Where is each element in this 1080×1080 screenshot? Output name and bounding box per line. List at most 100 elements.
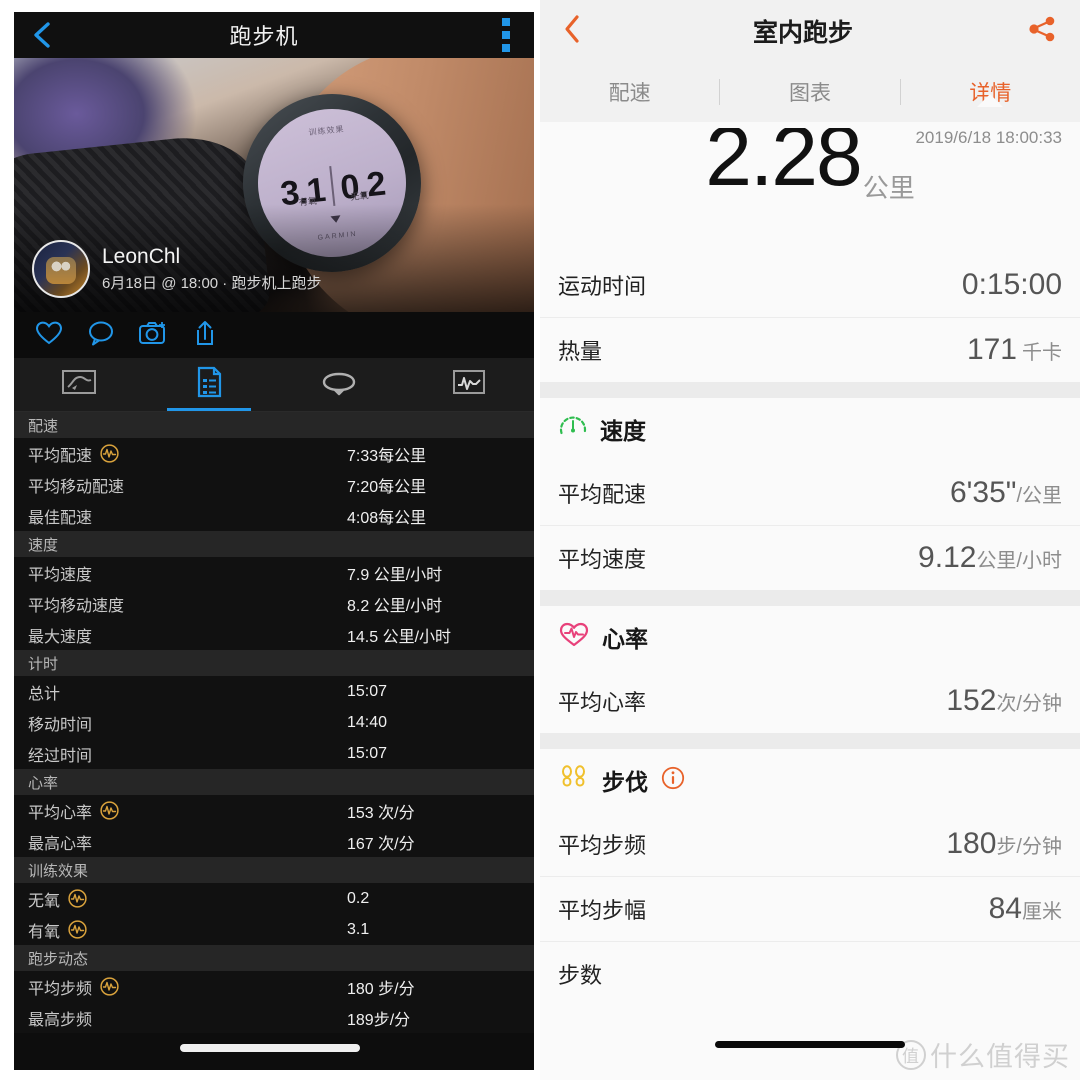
graph-icon bbox=[452, 368, 486, 401]
camera-button[interactable] bbox=[138, 320, 168, 350]
stat-row-value: 9.12公里/小时 bbox=[918, 541, 1062, 574]
stat-row[interactable]: 平均速度 9.12公里/小时 bbox=[540, 525, 1080, 590]
post-action-bar bbox=[14, 312, 534, 358]
stat-row[interactable]: 运动时间 0:15:00 bbox=[540, 252, 1080, 317]
stats-row-value: 15:07 bbox=[347, 682, 388, 700]
hero-distance-unit: 公里 bbox=[862, 173, 915, 203]
stats-row-label-text: 最高步频 bbox=[28, 1011, 93, 1029]
stats-row-value: 14.5 公里/小时 bbox=[347, 628, 452, 646]
post-subtitle: 6月18日 @ 18:00 · 跑步机上跑步 bbox=[102, 275, 322, 292]
scrollbar-thumb[interactable] bbox=[180, 1044, 360, 1052]
stats-row[interactable]: 平均心率 153 次/分 bbox=[14, 795, 534, 826]
stats-row[interactable]: 经过时间 15:07 bbox=[14, 738, 534, 769]
stats-row[interactable]: 有氧 3.1 bbox=[14, 914, 534, 945]
stats-row-value: 15:07 bbox=[347, 744, 388, 762]
stat-row[interactable]: 平均心率 152次/分钟 bbox=[540, 668, 1080, 733]
stat-row-label: 步数 bbox=[558, 963, 603, 988]
stats-row-value: 8.2 公里/小时 bbox=[347, 597, 443, 615]
group-header: 速度 bbox=[540, 398, 1080, 460]
stats-row[interactable]: 平均步频 180 步/分 bbox=[14, 971, 534, 1002]
stats-row-label-text: 经过时间 bbox=[28, 747, 93, 765]
left-frame-left bbox=[0, 0, 14, 1080]
stat-row-unit: 厘米 bbox=[1022, 901, 1062, 923]
section-header: 训练效果 bbox=[14, 857, 534, 883]
stats-row[interactable]: 总计 15:07 bbox=[14, 676, 534, 707]
tab-图表[interactable]: 图表 bbox=[720, 77, 899, 107]
stat-row-value: 6'35"/公里 bbox=[950, 475, 1062, 509]
footprints-icon bbox=[558, 763, 590, 798]
stats-row-label: 无氧 bbox=[28, 887, 87, 911]
stat-row-value: 180步/分钟 bbox=[946, 826, 1062, 860]
post-author[interactable]: LeonChl 6月18日 @ 18:00 · 跑步机上跑步 bbox=[32, 240, 321, 298]
stats-row[interactable]: 平均速度 7.9 公里/小时 bbox=[14, 557, 534, 588]
stats-row-label-text: 平均速度 bbox=[28, 566, 93, 584]
tab-laps[interactable] bbox=[274, 358, 404, 411]
stats-row-label: 移动时间 bbox=[28, 711, 92, 735]
stats-row-label: 平均心率 bbox=[28, 799, 119, 823]
stat-row-label: 平均配速 bbox=[558, 481, 647, 507]
like-icon bbox=[35, 320, 63, 351]
activity-photo[interactable]: 训练效果 3.1 0.2 有氧 无氧 GARMIN bbox=[14, 58, 534, 312]
post-author-name: LeonChl bbox=[102, 245, 181, 268]
stats-row[interactable]: 无氧 0.2 bbox=[14, 883, 534, 914]
like-button[interactable] bbox=[34, 320, 64, 350]
overflow-menu-button[interactable] bbox=[478, 12, 534, 58]
stats-row-value: 167 次/分 bbox=[347, 835, 415, 853]
section-gap bbox=[540, 733, 1080, 749]
stats-row-label-text: 平均心率 bbox=[28, 804, 93, 822]
section-header: 计时 bbox=[14, 650, 534, 676]
stats-row-label-text: 平均步频 bbox=[28, 980, 93, 998]
stats-row[interactable]: 移动时间 14:40 bbox=[14, 707, 534, 738]
stat-row-label: 热量 bbox=[558, 339, 603, 364]
stat-row[interactable]: 平均配速 6'35"/公里 bbox=[540, 460, 1080, 525]
speedometer-icon bbox=[558, 412, 588, 447]
stats-row[interactable]: 最佳配速 4:08每公里 bbox=[14, 500, 534, 531]
stats-row-label: 有氧 bbox=[28, 918, 87, 942]
stats-row-label-text: 最佳配速 bbox=[28, 509, 93, 527]
map-icon bbox=[61, 368, 97, 401]
stats-row-value: 14:40 bbox=[347, 713, 388, 731]
stats-row[interactable]: 最高步频 189步/分 bbox=[14, 1002, 534, 1033]
stats-row-value: 7:20每公里 bbox=[347, 478, 427, 496]
stats-row[interactable]: 最大速度 14.5 公里/小时 bbox=[14, 619, 534, 650]
stats-row[interactable]: 平均移动速度 8.2 公里/小时 bbox=[14, 588, 534, 619]
stats-row-label-text: 平均移动速度 bbox=[28, 597, 125, 615]
stat-row-value: 152次/分钟 bbox=[946, 683, 1062, 717]
stat-row-label: 平均步幅 bbox=[558, 898, 647, 923]
overflow-menu-icon-dot bbox=[502, 18, 510, 26]
stats-row-label-text: 无氧 bbox=[28, 892, 61, 910]
right-share-button[interactable] bbox=[1014, 14, 1058, 49]
tab-详情[interactable]: 详情 bbox=[901, 77, 1080, 107]
garmin-wave-icon bbox=[100, 801, 119, 820]
tab-details[interactable] bbox=[144, 358, 274, 411]
avatar[interactable] bbox=[32, 240, 90, 298]
stats-row-label-text: 有氧 bbox=[28, 923, 61, 941]
stats-row[interactable]: 最高心率 167 次/分 bbox=[14, 826, 534, 857]
stat-row-value: 171 千卡 bbox=[966, 333, 1062, 366]
overflow-menu-icon-dot bbox=[502, 44, 510, 52]
left-stats-list[interactable]: 配速 平均配速 7:33每公里 平均移动配速 7:20每公里 最佳配速 4:08每公里 速度平… bbox=[14, 412, 534, 1070]
active-tab-caret-icon bbox=[977, 94, 1004, 107]
stats-row-value: 7.9 公里/小时 bbox=[347, 566, 443, 584]
stats-row-value: 4:08每公里 bbox=[347, 509, 427, 527]
stat-row[interactable]: 热量 171 千卡 bbox=[540, 317, 1080, 382]
watermark: 值 什么值得买 bbox=[896, 1035, 1070, 1074]
garmin-wave-icon bbox=[68, 889, 87, 908]
stats-row[interactable]: 平均移动配速 7:20每公里 bbox=[14, 469, 534, 500]
stats-row[interactable]: 平均配速 7:33每公里 bbox=[14, 438, 534, 469]
section-gap bbox=[540, 590, 1080, 606]
watch-label-right: 无氧 bbox=[349, 189, 369, 202]
garmin-wave-icon bbox=[68, 920, 87, 939]
stat-row[interactable]: 平均步频 180步/分钟 bbox=[540, 811, 1080, 876]
comment-icon bbox=[87, 320, 115, 351]
stats-row-value: 153 次/分 bbox=[347, 804, 415, 822]
stat-row[interactable]: 平均步幅 84厘米 bbox=[540, 876, 1080, 941]
stat-row[interactable]: 步数 bbox=[540, 941, 1080, 1006]
tab-map[interactable] bbox=[14, 358, 144, 411]
tab-graphs[interactable] bbox=[404, 358, 534, 411]
comment-button[interactable] bbox=[86, 320, 116, 350]
share-button[interactable] bbox=[190, 320, 220, 350]
tab-配速[interactable]: 配速 bbox=[540, 77, 719, 107]
tab-label: 配速 bbox=[608, 82, 651, 105]
info-circle-icon[interactable] bbox=[660, 765, 686, 796]
